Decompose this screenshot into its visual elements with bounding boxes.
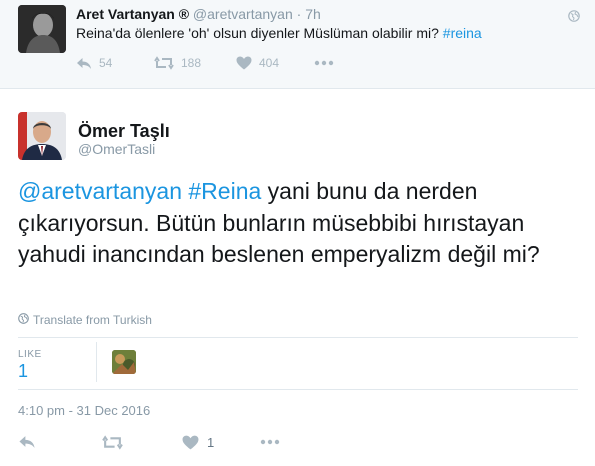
- globe-icon[interactable]: [568, 9, 580, 22]
- author-handle[interactable]: @OmerTasli: [78, 141, 155, 157]
- parent-tweet-text: Reina'da ölenlere 'oh' olsun diyenler Mü…: [76, 25, 482, 41]
- reply-icon: [18, 435, 36, 449]
- more-icon: [260, 439, 280, 445]
- tweet-text: Reina'da ölenlere 'oh' olsun diyenler Mü…: [76, 25, 443, 41]
- reply-button[interactable]: [18, 432, 36, 452]
- more-icon: [314, 60, 334, 66]
- like-count: 404: [259, 56, 280, 70]
- more-button[interactable]: [314, 55, 334, 71]
- tweet-text: @aretvartanyan #Reina yani bunu da nerde…: [18, 176, 588, 271]
- avatar[interactable]: [18, 112, 66, 160]
- translate-link[interactable]: Translate from Turkish: [18, 313, 152, 327]
- author-handle[interactable]: @aretvartanyan: [193, 6, 293, 22]
- reply-count: 54: [99, 56, 113, 70]
- retweet-button[interactable]: 188: [154, 55, 201, 71]
- time-separator: ·: [296, 6, 302, 22]
- like-button[interactable]: 1: [182, 432, 214, 452]
- parent-tweet-header: Aret Vartanyan ® @aretvartanyan · 7h: [76, 6, 321, 22]
- tweet-timestamp: 4:10 pm - 31 Dec 2016: [18, 403, 151, 418]
- avatar[interactable]: [112, 350, 136, 374]
- tweet-time[interactable]: 7h: [305, 6, 321, 22]
- hashtag-link[interactable]: #Reina: [188, 178, 261, 204]
- like-count: 1: [207, 434, 215, 450]
- reply-button[interactable]: 54: [76, 55, 112, 71]
- likes-count-link[interactable]: 1: [18, 361, 28, 382]
- hashtag-link[interactable]: #reina: [443, 25, 482, 41]
- globe-icon: [18, 313, 29, 327]
- like-button[interactable]: 404: [236, 55, 279, 71]
- divider: [18, 389, 578, 390]
- retweet-icon: [102, 434, 123, 450]
- likes-label: LIKE: [18, 349, 42, 360]
- reply-icon: [76, 57, 92, 70]
- divider: [96, 342, 97, 382]
- avatar[interactable]: [18, 5, 66, 53]
- more-button[interactable]: [260, 432, 280, 452]
- divider: [18, 337, 578, 338]
- retweet-icon: [154, 56, 174, 70]
- retweet-count: 188: [181, 56, 202, 70]
- author-name[interactable]: Ömer Taşlı: [78, 121, 170, 142]
- heart-icon: [236, 56, 252, 70]
- retweet-button[interactable]: [102, 432, 123, 452]
- heart-icon: [182, 435, 199, 450]
- translate-label: Translate from Turkish: [33, 313, 152, 327]
- mention-link[interactable]: @aretvartanyan: [18, 178, 182, 204]
- author-name[interactable]: Aret Vartanyan ®: [76, 6, 189, 22]
